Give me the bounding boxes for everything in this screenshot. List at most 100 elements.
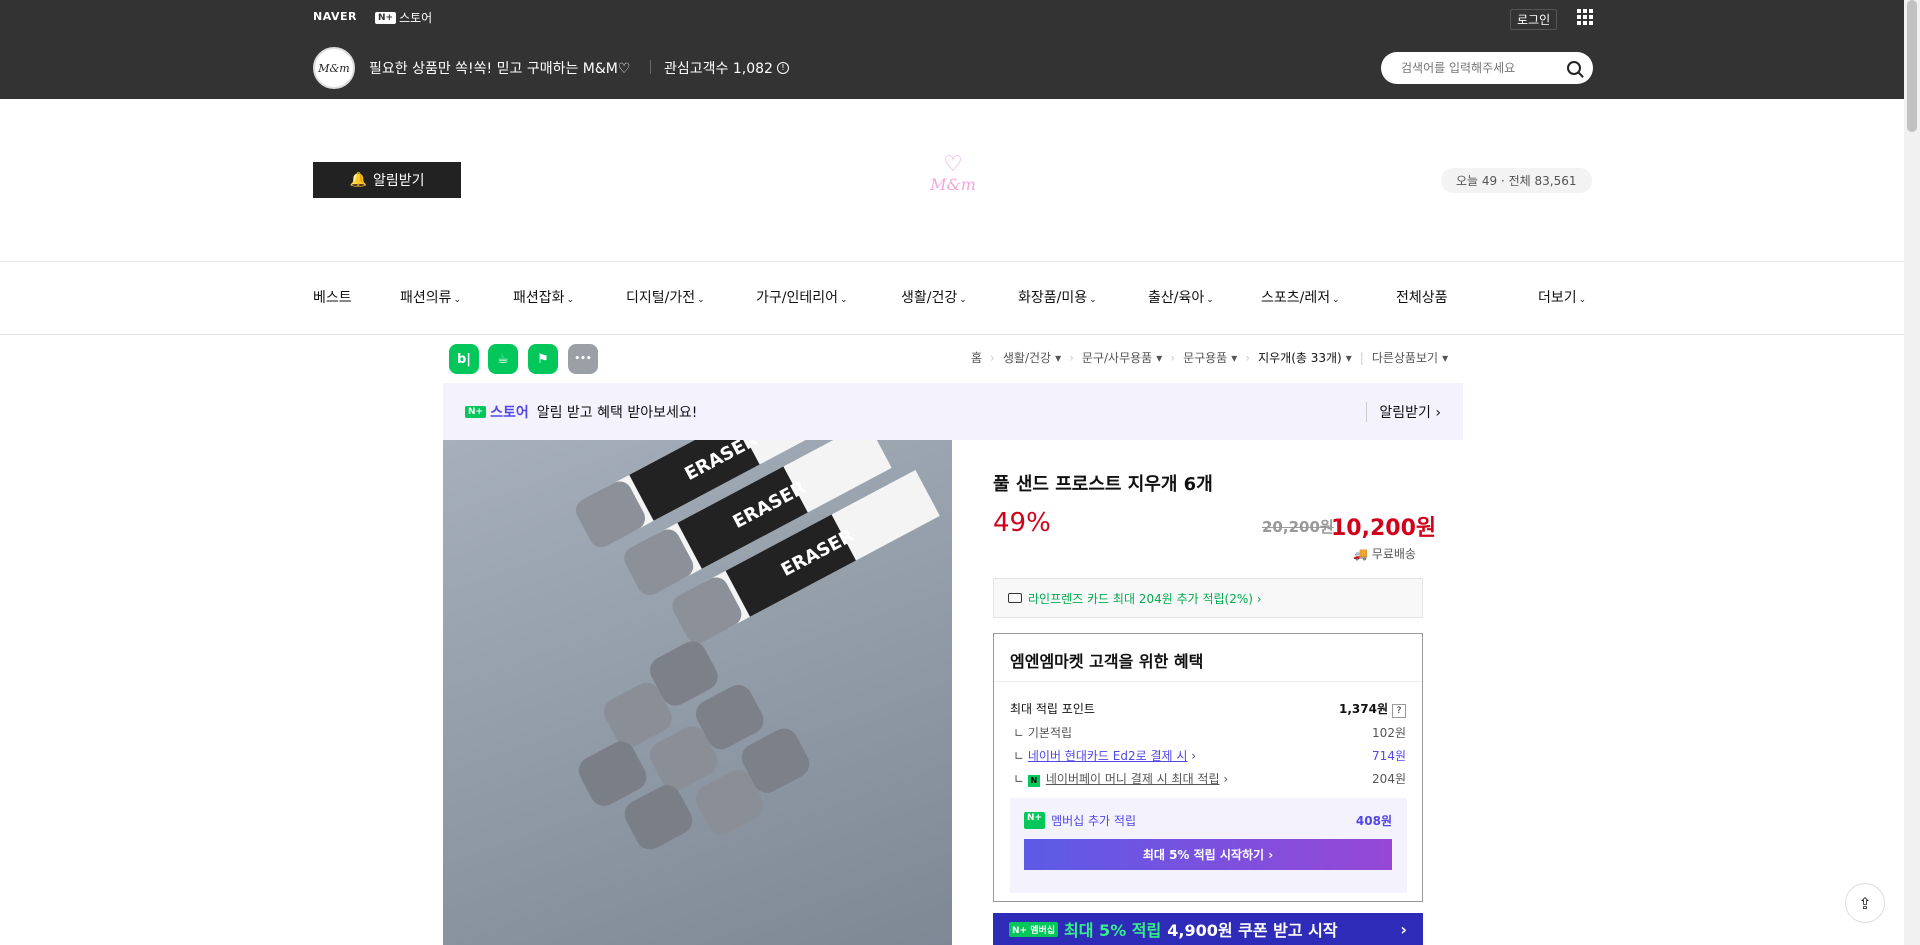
naver-plus-store-link[interactable]: N+ 스토어 [375, 9, 432, 26]
more-share-icon[interactable]: ••• [568, 344, 598, 374]
alarm-button-label: 알림받기 [372, 173, 425, 189]
membership-line: N+ 멤버십 추가 적립 408원 [1024, 812, 1392, 829]
chevron-down-icon: ⌄ [840, 295, 848, 305]
chevron-down-icon: ⌄ [1578, 295, 1587, 305]
card-promo-label: 라인프렌즈 카드 최대 204원 추가 적립(2%) › [1028, 591, 1262, 606]
share-icon[interactable]: ⇪ [1845, 883, 1885, 923]
keep-share-icon[interactable]: ⚑ [528, 344, 558, 374]
nav-item-label: 생활/건강 [901, 290, 958, 306]
nav-item-label: 패션잡화 [513, 290, 565, 306]
help-icon[interactable]: ? [1392, 704, 1406, 718]
apps-grid-icon[interactable] [1577, 9, 1593, 25]
nav-item-fashion-accessories[interactable]: 패션잡화 ⌄ [513, 287, 574, 307]
naver-plus-icon: N+ [375, 11, 397, 24]
blog-share-icon[interactable]: b| [449, 344, 479, 374]
chevron-down-icon: ⌄ [1206, 295, 1214, 305]
point-row-label: ∟ N 네이버페이 머니 결제 시 최대 적립 › [1014, 772, 1229, 787]
chevron-down-icon: ⌄ [453, 295, 462, 305]
nav-item-all-products[interactable]: 전체상품 [1396, 287, 1448, 307]
nav-item-beauty[interactable]: 화장품/미용 ⌄ [1018, 287, 1097, 307]
search-input[interactable] [1401, 61, 1561, 75]
caret-down-icon: ▾ [1156, 350, 1163, 365]
card-promo[interactable]: 라인프렌즈 카드 최대 204원 추가 적립(2%) › [993, 578, 1423, 618]
caret-down-icon: ▾ [1231, 350, 1238, 365]
membership-value: 408원 [1355, 814, 1392, 828]
naver-logo[interactable]: NAVER [313, 10, 357, 23]
breadcrumb-separator: › [1245, 350, 1251, 365]
cafe-share-icon[interactable]: ☕ [488, 344, 518, 374]
login-button[interactable]: 로그인 [1510, 9, 1558, 30]
scrollbar[interactable] [1904, 0, 1920, 945]
nav-item-label: 화장품/미용 [1018, 290, 1088, 306]
top-bar: NAVER N+ 스토어 로그인 M&m 필요한 상품만 쏙!쏙! 믿고 구매하… [0, 0, 1904, 99]
breadcrumb-separator: | [1359, 350, 1364, 365]
chevron-down-icon: ⌄ [697, 295, 705, 305]
nav-item-label: 스포츠/레저 [1261, 290, 1331, 306]
breadcrumb: 홈 › 생활/건강 ▾ › 문구/사무용품 ▾ › 문구용품 ▾ › 지우개(총 33개) ▾ |… [971, 349, 1448, 366]
membership-start-button[interactable]: 최대 5% 적립 시작하기 › [1024, 839, 1392, 870]
naver-pay-link[interactable]: 네이버페이 머니 결제 시 최대 적립 [1046, 772, 1220, 786]
nav-item-sports[interactable]: 스포츠/레저 ⌄ [1261, 287, 1340, 307]
credit-card-icon [1008, 593, 1022, 603]
breadcrumb-current[interactable]: 지우개(총 33개) [1258, 349, 1342, 366]
naver-plus-icon: N+ [465, 405, 487, 418]
chevron-down-icon: ⌄ [1089, 295, 1097, 305]
nav-item-label: 패션의류 [400, 290, 452, 306]
nav-item-furniture[interactable]: 가구/인테리어 ⌄ [756, 287, 848, 307]
point-row: ∟ 네이버 현대카드 Ed2로 결제 시 › 714원 [1014, 747, 1406, 764]
eraser-illustration: ERASER ERASER ERASER [576, 440, 940, 850]
chevron-down-icon: ⌄ [1332, 295, 1340, 305]
scrollbar-thumb[interactable] [1907, 0, 1917, 132]
notice-alarm-link[interactable]: 알림받기 › [1366, 401, 1441, 422]
notice-text: 알림 받고 혜택 받아보세요! [536, 404, 698, 421]
alarm-button[interactable]: 🔔 알림받기 [313, 162, 461, 198]
breadcrumb-item[interactable]: 문구/사무용품 [1082, 349, 1152, 366]
divider [650, 60, 651, 74]
breadcrumb-separator: › [990, 350, 995, 365]
max-points-value: 1,374원? [1339, 700, 1406, 718]
product-image[interactable]: ERASER ERASER ERASER [443, 440, 952, 945]
breadcrumb-separator: › [1069, 350, 1074, 365]
point-row-label: ∟ 기본적립 [1014, 726, 1073, 740]
divider [0, 261, 1904, 262]
breadcrumb-item[interactable]: 문구용품 [1183, 349, 1227, 366]
eraser-row-top [576, 440, 940, 644]
search-icon[interactable] [1567, 61, 1581, 75]
nav-more-label: 더보기 [1538, 290, 1577, 306]
breadcrumb-home[interactable]: 홈 [971, 349, 982, 366]
nav-item-fashion-clothing[interactable]: 패션의류 ⌄ [400, 287, 461, 307]
point-row-value: 102원 [1372, 726, 1406, 740]
breadcrumb-item[interactable]: 생활/건강 [1003, 349, 1051, 366]
nav-item-best[interactable]: 베스트 [313, 287, 352, 307]
nav-more[interactable]: 더보기 ⌄ [1538, 287, 1586, 307]
max-points-label: 최대 적립 포인트 [1010, 702, 1095, 716]
discount-rate: 49% [993, 508, 1051, 538]
nav-item-living[interactable]: 생활/건강 ⌄ [901, 287, 967, 307]
point-row-value: 714원 [1372, 749, 1406, 763]
alarm-notice-banner: N+ 스토어 알림 받고 혜택 받아보세요! 알림받기 › [443, 383, 1463, 440]
caret-down-icon: ▾ [1055, 350, 1062, 365]
membership-label: 멤버십 추가 적립 [1051, 814, 1136, 828]
original-price: 20,200원 [1262, 518, 1334, 536]
other-products-link[interactable]: 다른상품보기 [1372, 349, 1438, 366]
interest-count: 관심고객수 1,082 ! [664, 58, 789, 78]
point-row-value: 204원 [1372, 772, 1406, 786]
point-row-text: 기본적립 [1027, 726, 1073, 740]
coupon-highlight: 최대 5% 적립 [1064, 921, 1162, 940]
store-logo[interactable]: ♡ M&m [922, 152, 984, 205]
nav-item-digital[interactable]: 디지털/가전 ⌄ [626, 287, 705, 307]
divider [994, 681, 1422, 682]
hyundai-card-link[interactable]: 네이버 현대카드 Ed2로 결제 시 [1028, 749, 1188, 763]
coupon-banner[interactable]: N+ 멤버십 최대 5% 적립 4,900원 쿠폰 받고 시작 › [993, 913, 1423, 945]
store-title[interactable]: 필요한 상품만 쏙!쏙! 믿고 구매하는 M&M♡ [369, 58, 630, 78]
naver-plus-icon: N+ [1024, 812, 1046, 829]
nav-item-label: 가구/인테리어 [756, 290, 838, 306]
chevron-down-icon: ⌄ [959, 295, 967, 305]
info-icon[interactable]: ! [776, 62, 789, 74]
nav-item-baby[interactable]: 출산/육아 ⌄ [1148, 287, 1214, 307]
max-points-amount: 1,374원 [1339, 702, 1388, 716]
heart-icon: ♡ [943, 152, 963, 177]
store-avatar[interactable]: M&m [313, 47, 355, 89]
max-points-row: 최대 적립 포인트 1,374원? [1010, 700, 1406, 718]
naver-plus-membership-icon: N+ 멤버십 [1009, 921, 1059, 937]
